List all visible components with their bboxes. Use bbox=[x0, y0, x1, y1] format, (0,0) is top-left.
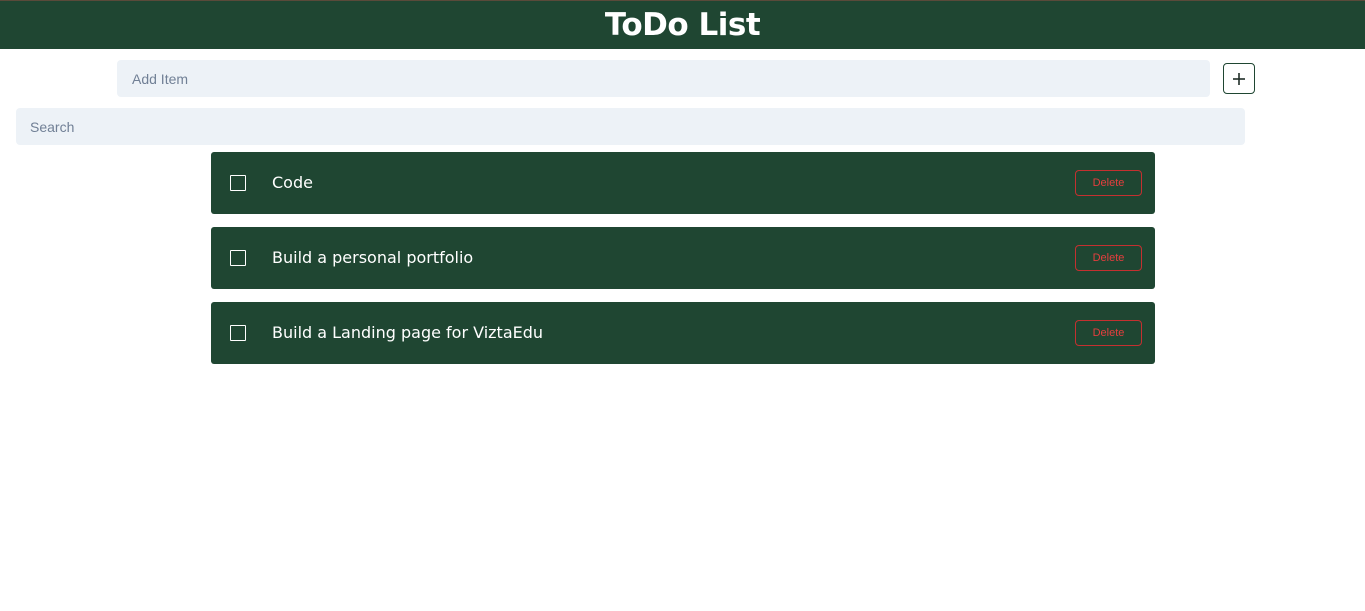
todo-checkbox[interactable] bbox=[230, 175, 246, 191]
delete-button[interactable]: Delete bbox=[1075, 245, 1142, 271]
todo-checkbox[interactable] bbox=[230, 325, 246, 341]
todo-item: Code Delete bbox=[211, 152, 1155, 214]
add-item-button[interactable] bbox=[1223, 63, 1255, 94]
delete-button[interactable]: Delete bbox=[1075, 170, 1142, 196]
delete-button[interactable]: Delete bbox=[1075, 320, 1142, 346]
todo-text: Build a personal portfolio bbox=[272, 248, 474, 267]
todo-text: Code bbox=[272, 173, 313, 192]
todo-checkbox[interactable] bbox=[230, 250, 246, 266]
todo-text: Build a Landing page for ViztaEdu bbox=[272, 323, 544, 342]
search-input[interactable] bbox=[16, 108, 1245, 145]
add-item-input[interactable] bbox=[117, 60, 1210, 97]
todo-item: Build a personal portfolio Delete bbox=[211, 227, 1155, 289]
todo-item: Build a Landing page for ViztaEdu Delete bbox=[211, 302, 1155, 364]
page-title: ToDo List bbox=[604, 7, 761, 43]
app-header: ToDo List bbox=[0, 0, 1365, 49]
plus-icon bbox=[1233, 72, 1245, 85]
